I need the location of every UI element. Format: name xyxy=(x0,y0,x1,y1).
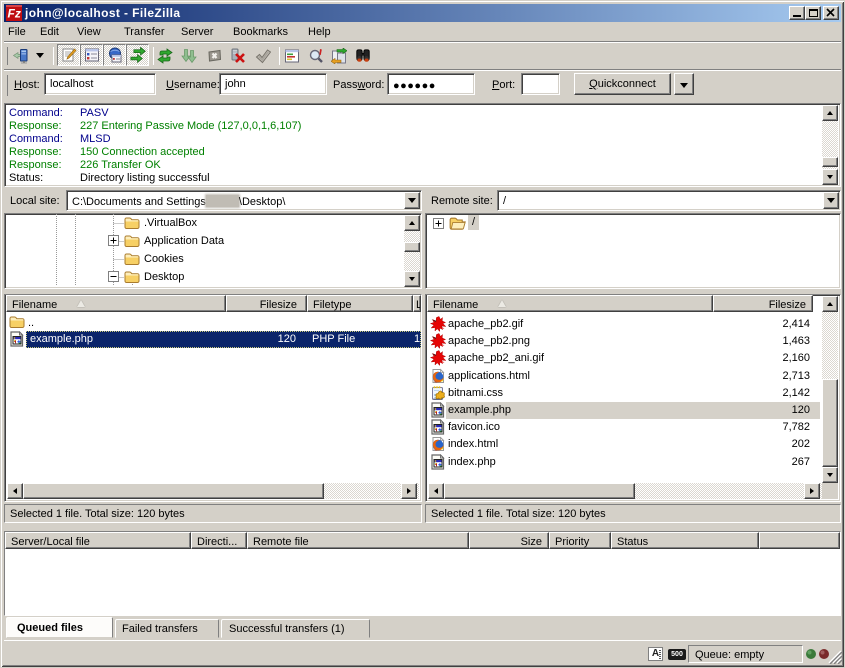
svg-text:Fz: Fz xyxy=(8,7,21,21)
